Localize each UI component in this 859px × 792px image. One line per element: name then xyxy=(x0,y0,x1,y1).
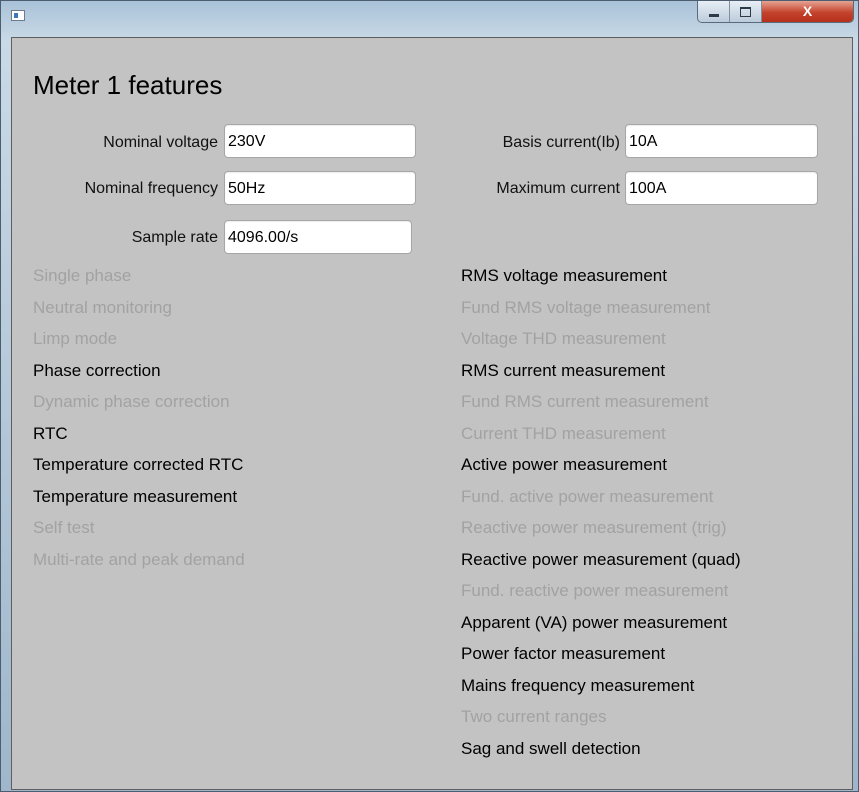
app-window: X Meter 1 features Nominal voltage 230V … xyxy=(0,0,859,792)
feature-item: Current THD measurement xyxy=(461,423,666,443)
nominal-frequency-label: Nominal frequency xyxy=(84,180,218,197)
maximize-icon xyxy=(740,6,751,17)
feature-item: Neutral monitoring xyxy=(33,297,172,317)
feature-item: Phase correction xyxy=(33,360,161,380)
left-feature-list: Single phase Neutral monitoring Limp mode P… xyxy=(33,265,245,580)
feature-item: Multi-rate and peak demand xyxy=(33,549,245,569)
maximize-button[interactable] xyxy=(730,1,762,22)
nominal-voltage-field[interactable]: 230V xyxy=(224,124,416,158)
feature-item: Temperature corrected RTC xyxy=(33,455,244,474)
feature-item: Power factor measurement xyxy=(461,644,666,663)
feature-item: Two current ranges xyxy=(461,707,607,726)
feature-item: Reactive power measurement (trig) xyxy=(461,518,727,537)
feature-item: Fund RMS current measurement xyxy=(461,392,709,411)
feature-item: Fund RMS voltage measurement xyxy=(461,297,711,317)
basis-current-field[interactable]: 10A xyxy=(625,124,818,158)
maximum-current-field[interactable]: 100A xyxy=(625,171,818,205)
feature-item: RMS voltage measurement xyxy=(461,266,667,285)
basis-current-label: Basis current(Ib) xyxy=(502,134,620,151)
feature-item: Limp mode xyxy=(33,329,118,348)
feature-item: Apparent (VA) power measurement xyxy=(461,612,728,632)
meter-features-panel: Meter 1 features Nominal voltage 230V Ba… xyxy=(11,37,853,790)
feature-item: Reactive power measurement (quad) xyxy=(461,549,741,569)
feature-item: Temperature measurement xyxy=(33,486,238,506)
feature-item: Single phase xyxy=(33,266,132,285)
feature-item: Sag and swell detection xyxy=(461,738,641,758)
feature-item: Active power measurement xyxy=(461,455,667,474)
page-title: Meter 1 features xyxy=(33,70,223,100)
nominal-frequency-field[interactable]: 50Hz xyxy=(224,171,416,205)
window-controls: X xyxy=(697,1,854,23)
title-bar[interactable]: X xyxy=(1,1,858,31)
feature-item: RMS current measurement xyxy=(461,360,666,380)
feature-item: Fund. reactive power measurement xyxy=(461,581,729,600)
app-icon[interactable] xyxy=(11,10,25,21)
minimize-button[interactable] xyxy=(698,1,730,22)
minimize-icon xyxy=(708,13,719,17)
sample-rate-field[interactable]: 4096.00/s xyxy=(224,220,412,254)
nominal-voltage-label: Nominal voltage xyxy=(103,134,218,151)
feature-item: Fund. active power measurement xyxy=(461,486,714,506)
feature-item: Self test xyxy=(33,518,95,537)
close-icon: X xyxy=(802,3,813,19)
maximum-current-label: Maximum current xyxy=(496,180,620,197)
feature-item: Dynamic phase correction xyxy=(33,392,230,411)
feature-item: Voltage THD measurement xyxy=(461,329,666,348)
feature-item: RTC xyxy=(33,423,68,443)
feature-item: Mains frequency measurement xyxy=(461,675,695,695)
right-feature-list: RMS voltage measurement Fund RMS voltage … xyxy=(461,265,741,769)
close-button[interactable]: X xyxy=(762,1,853,22)
sample-rate-label: Sample rate xyxy=(131,229,218,246)
